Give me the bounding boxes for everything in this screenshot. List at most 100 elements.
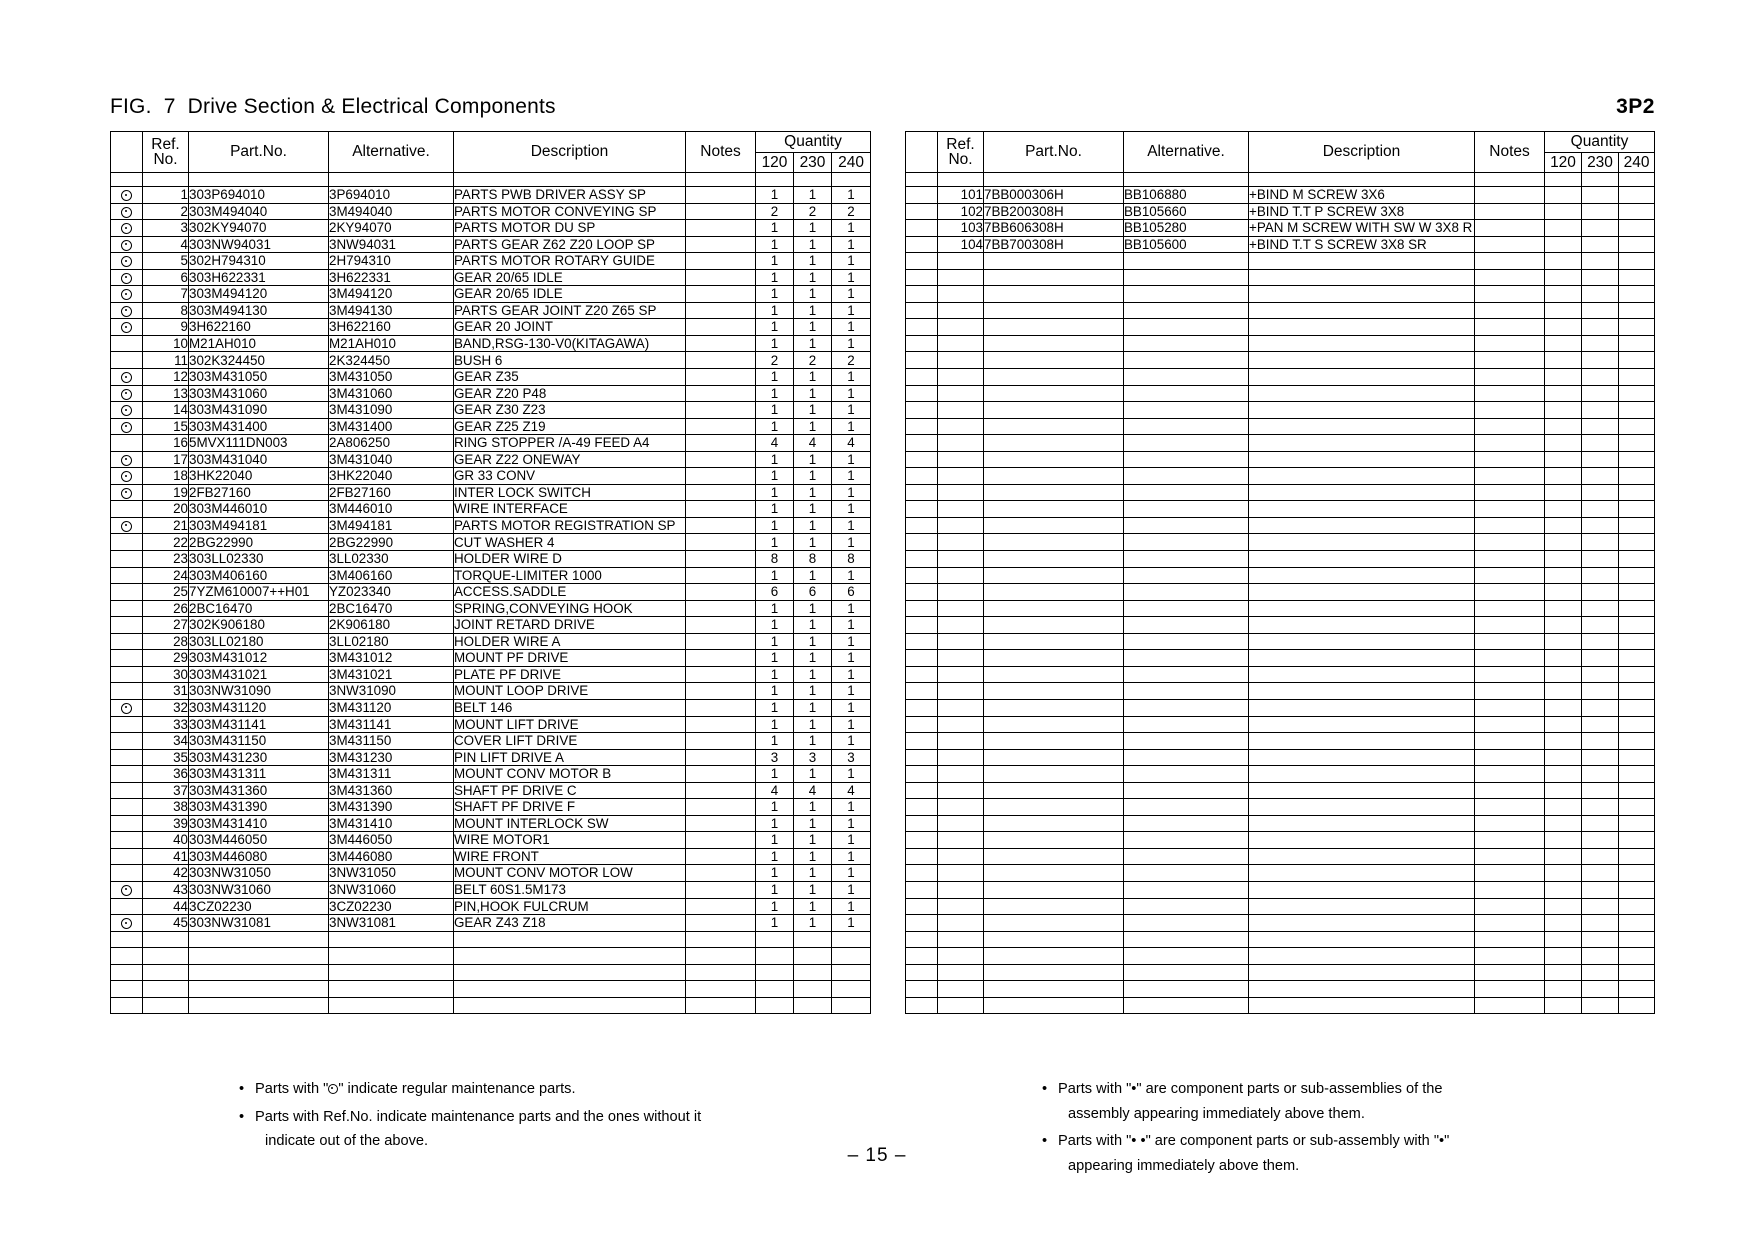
table-row[interactable]: 20 303M446010 3M446010 WIRE INTERFACE 1 1 1 — [110, 500, 872, 518]
cell-qty-120: 1 — [755, 914, 794, 932]
cell-part-no: 3HK22040 — [188, 467, 329, 485]
table-row[interactable]: 24 303M406160 3M406160 TORQUE-LIMITER 1000 1… — [110, 566, 872, 585]
cell-qty-230: 1 — [793, 285, 832, 303]
table-row[interactable]: 33 303M431141 3M431141 MOUNT LIFT DRIVE 1 1 1 — [110, 715, 872, 734]
table-row[interactable]: 11 302K324450 2K324450 BUSH 6222 — [110, 351, 872, 370]
table-row[interactable]: 44 3CZ02230 3CZ02230 PIN,HOOK FULCRUM 1 1 1 — [110, 897, 872, 916]
table-empty-row — [905, 351, 1656, 370]
cell-part-no: 303M431120 — [188, 698, 329, 717]
cell-part-no: 303NW31050 — [188, 864, 329, 882]
cell-description: GR 33 CONV — [453, 467, 686, 485]
footnote-text: Parts with Ref.No. indicate maintenance … — [255, 1108, 702, 1125]
table-empty-row — [905, 748, 1656, 767]
table-row[interactable]: 39 303M431410 3M431410 MOUNT INTERLOCK SW 1 1… — [110, 814, 872, 833]
table-row[interactable]: 19 2FB27160 2FB27160 INTER LOCK SWITCH 1 1 1 — [110, 483, 872, 502]
cell-ref-no: 10 — [142, 334, 189, 353]
table-row[interactable]: 9 3H622160 3H622160 GEAR 20 JOINT 1 1 1 — [110, 318, 872, 336]
table-row[interactable]: 35 303M431230 3M431230 PIN LIFT DRIVE A333 — [110, 748, 872, 767]
table-row[interactable]: 36 303M431311 3M431311 MOUNT CONV MOTOR B11… — [110, 765, 872, 783]
maintenance-dot-cell — [110, 483, 143, 502]
table-row[interactable]: 6 303H622331 3H622331 GEAR 20/65 IDLE 1 1 1 — [110, 268, 872, 287]
table-row[interactable]: 34 303M431150 3M431150 COVER LIFT DRIVE 1 1 1 — [110, 732, 872, 750]
cell-qty-120: 1 — [755, 450, 794, 469]
table-row[interactable]: 104 7BB700308H BB105600 +BIND T.T S SCREW 3… — [905, 235, 1656, 254]
table-row[interactable]: 5 302H794310 2H794310 PARTS MOTOR ROTARY GU… — [110, 252, 872, 270]
cell-alternative: YZ023340 — [328, 583, 454, 601]
cell-ref-no: 32 — [142, 698, 189, 717]
col-header-qty-240: 240 — [830, 151, 872, 173]
col-header-quantity: Quantity — [754, 131, 872, 153]
table-row[interactable]: 14 303M431090 3M431090 GEAR Z30 Z23 1 1 1 — [110, 401, 872, 419]
cell-description: PARTS PWB DRIVER ASSY SP — [453, 186, 686, 204]
page-title: FIG. 7 Drive Section & Electrical Compon… — [110, 95, 556, 118]
cell-alternative: 3NW31081 — [328, 914, 454, 932]
cell-part-no: 303M431021 — [188, 665, 329, 684]
table-row[interactable]: 37 303M431360 3M431360 SHAFT PF DRIVE C444 — [110, 781, 872, 800]
table-row[interactable]: 42 303NW31050 3NW31050 MOUNT CONV MOTOR LOW… — [110, 864, 872, 882]
table-row[interactable]: 30 303M431021 3M431021 PLATE PF DRIVE 1 1 1 — [110, 665, 872, 684]
cell-qty-240: 1 — [830, 831, 872, 849]
table-row[interactable]: 18 3HK22040 3HK22040 GR 33 CONV 1 1 1 — [110, 467, 872, 485]
cell-qty-120: 1 — [755, 732, 794, 750]
table-row[interactable]: 25 7YZM610007++H01 YZ023340 ACCESS.SADDLE 6 6… — [110, 583, 872, 601]
table-row[interactable]: 3 302KY94070 2KY94070 PARTS MOTOR DU SP 1 1 1 — [110, 219, 872, 237]
table-row[interactable]: 40 303M446050 3M446050 WIRE MOTOR1 1 1 1 — [110, 831, 872, 849]
cell-description: GEAR Z22 ONEWAY — [453, 450, 686, 469]
table-row[interactable]: 41 303M446080 3M446080 WIRE FRONT 1 1 1 — [110, 847, 872, 866]
maintenance-dot-icon — [121, 702, 132, 714]
table-row[interactable]: 7 303M494120 3M494120 GEAR 20/65 IDLE 1 1 1 — [110, 285, 872, 303]
cell-qty-230: 1 — [793, 500, 832, 518]
maintenance-dot-cell — [110, 252, 143, 270]
table-row[interactable]: 22 2BG22990 2BG22990 CUT WASHER 4111 — [110, 533, 872, 552]
cell-qty-120: 1 — [755, 814, 794, 833]
cell-notes — [685, 682, 756, 700]
cell-qty-120: 1 — [755, 235, 794, 254]
table-row[interactable]: 45 303NW31081 3NW31081 GEAR Z43 Z18 1 1 1 — [110, 914, 872, 932]
cell-qty-120: 1 — [755, 252, 794, 270]
left-table-body: 1 303P694010 3P694010 PARTS PWB DRIVER ASSY… — [110, 172, 872, 1015]
table-row[interactable]: 28 303LL02180 3LL02180 HOLDER WIRE A111 — [110, 632, 872, 651]
table-row[interactable]: 23 303LL02330 3LL02330 HOLDER WIRE D888 — [110, 550, 872, 568]
table-row[interactable]: 8 303M494130 3M494130 PARTS GEAR JOINT Z20 … — [110, 301, 872, 320]
col-header-qty-240: 240 — [1617, 151, 1656, 173]
table-row[interactable]: 103 7BB606308H BB105280 +PAN M SCREW WITH S… — [905, 219, 1656, 237]
table-row[interactable]: 31 303NW31090 3NW31090 MOUNT LOOP DRIVE 1 1 1 — [110, 682, 872, 700]
table-row[interactable]: 17 303M431040 3M431040 GEAR Z22 ONEWAY 1 1 1 — [110, 450, 872, 469]
table-row[interactable]: 101 7BB000306H BB106880 +BIND M SCREW 3X6 — [905, 186, 1656, 204]
cell-qty-120: 1 — [755, 897, 794, 916]
table-row[interactable]: 27 302K906180 2K906180 JOINT RETARD DRIVE 1 1… — [110, 616, 872, 634]
table-row[interactable]: 32 303M431120 3M431120 BELT 146 1 1 1 — [110, 698, 872, 717]
table-row[interactable]: 102 7BB200308H BB105660 +BIND T.T P SCREW 3… — [905, 202, 1656, 221]
cell-qty-230: 1 — [793, 186, 832, 204]
table-row[interactable]: 26 2BC16470 2BC16470 SPRING,CONVEYING HOOK 1… — [110, 599, 872, 618]
table-empty-row — [905, 831, 1656, 849]
cell-qty-230: 1 — [793, 632, 832, 651]
table-row[interactable]: 29 303M431012 3M431012 MOUNT PF DRIVE 1 1 1 — [110, 649, 872, 667]
table-row[interactable]: 15 303M431400 3M431400 GEAR Z25 Z19 1 1 1 — [110, 417, 872, 436]
cell-qty-120: 1 — [755, 268, 794, 287]
table-row[interactable]: 1 303P694010 3P694010 PARTS PWB DRIVER ASSY… — [110, 186, 872, 204]
cell-qty-230: 1 — [793, 401, 832, 419]
table-row[interactable]: 38 303M431390 3M431390 SHAFT PF DRIVE F111 — [110, 798, 872, 816]
table-row[interactable]: 13 303M431060 3M431060 GEAR Z20 P48 1 1 1 — [110, 384, 872, 403]
cell-notes — [685, 186, 756, 204]
table-row[interactable]: 4 303NW94031 3NW94031 PARTS GEAR Z62 Z20 LO… — [110, 235, 872, 254]
cell-notes — [685, 235, 756, 254]
table-row[interactable]: 12 303M431050 3M431050 GEAR Z35 1 1 1 — [110, 368, 872, 386]
ref-label-line1: Ref. — [151, 135, 180, 153]
maintenance-dot-cell — [110, 434, 143, 452]
table-row[interactable]: 43 303NW31060 3NW31060 BELT 60S1.5M173 1 1 1 — [110, 880, 872, 899]
table-row[interactable]: 21 303M494181 3M494181 PARTS MOTOR REGISTRA… — [110, 516, 872, 535]
table-row[interactable]: 2 303M494040 3M494040 PARTS MOTOR CONVEYING… — [110, 202, 872, 221]
table-row[interactable]: 10 M21AH010 M21AH010 BAND,RSG-130-V0(KITAGA… — [110, 334, 872, 353]
cell-alternative: 3NW31050 — [328, 864, 454, 882]
table-empty-row — [905, 550, 1656, 568]
cell-notes — [685, 914, 756, 932]
cell-alternative: 3M431150 — [328, 732, 454, 750]
maintenance-dot-cell — [110, 665, 143, 684]
table-row[interactable]: 16 5MVX111DN003 2A806250 RING STOPPER /A-49… — [110, 434, 872, 452]
cell-part-no: 303M446050 — [188, 831, 329, 849]
maintenance-dot-cell — [110, 318, 143, 336]
maintenance-dot-cell — [110, 533, 143, 552]
maintenance-dot-cell — [110, 632, 143, 651]
